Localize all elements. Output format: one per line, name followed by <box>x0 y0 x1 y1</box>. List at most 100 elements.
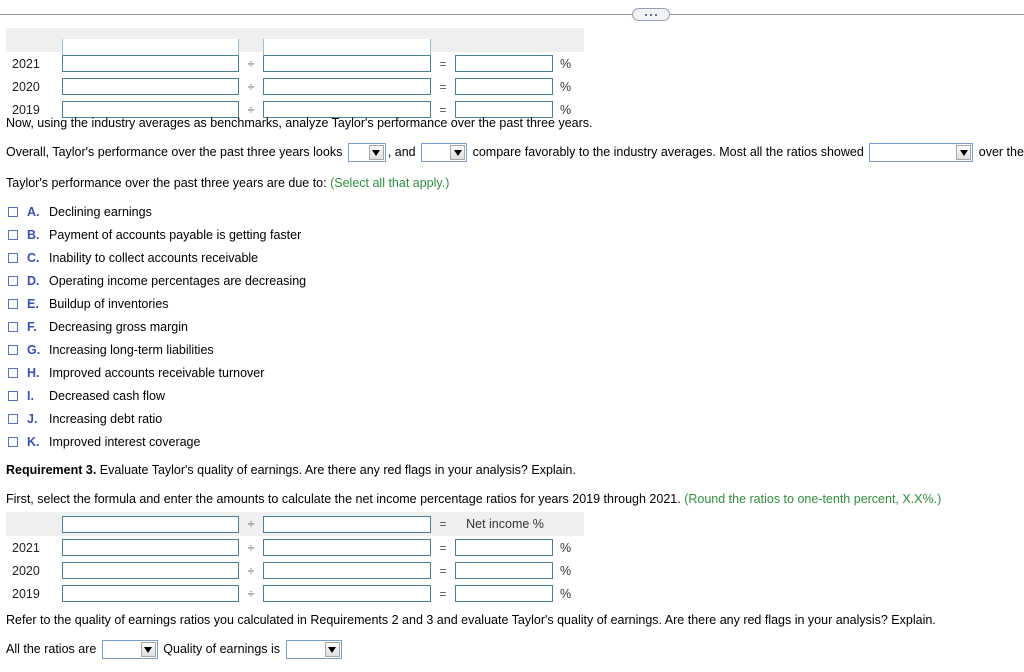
checkbox-option-b[interactable]: B. Payment of accounts payable is gettin… <box>8 226 301 243</box>
percent-sign: % <box>560 563 572 578</box>
equals-operator: = <box>439 563 447 578</box>
header-cell-blank <box>6 512 62 536</box>
equals-operator: = <box>439 56 447 71</box>
result-input[interactable] <box>455 539 553 556</box>
checkbox-option-c[interactable]: C. Inability to collect accounts receiva… <box>8 249 258 266</box>
checkbox-icon[interactable] <box>8 321 18 332</box>
checkbox-option-f[interactable]: F. Decreasing gross margin <box>8 318 188 335</box>
denominator-header-input-top[interactable] <box>263 38 431 56</box>
overall-text-2: , and <box>387 144 416 159</box>
checkbox-option-h[interactable]: H. Improved accounts receivable turnover <box>8 364 264 381</box>
overall-text-4: over the three years. <box>978 144 1024 159</box>
checkbox-icon[interactable] <box>8 229 18 240</box>
result-input[interactable] <box>455 78 553 95</box>
denominator-input[interactable] <box>263 585 431 602</box>
option-letter: A. <box>27 204 40 219</box>
cell-denominator <box>263 536 431 559</box>
header-cell-pct <box>555 512 584 536</box>
equals-operator: = <box>439 79 447 94</box>
checkbox-option-i[interactable]: I. Decreased cash flow <box>8 387 165 404</box>
checkbox-icon[interactable] <box>8 275 18 286</box>
divide-operator: ÷ <box>247 563 255 578</box>
chevron-down-icon <box>956 145 972 160</box>
numerator-header-input-top[interactable] <box>62 38 239 56</box>
percent-sign: % <box>560 56 572 71</box>
header-cell-op <box>239 28 263 52</box>
result-input[interactable] <box>455 562 553 579</box>
cell-result <box>455 536 555 559</box>
chevron-down-icon <box>368 145 384 160</box>
cell-denominator <box>263 582 431 605</box>
dot-icon <box>655 13 657 16</box>
denominator-input[interactable] <box>263 562 431 579</box>
numerator-input[interactable] <box>62 78 239 95</box>
header-cell-equals <box>431 28 455 52</box>
denominator-input[interactable] <box>263 539 431 556</box>
overall-dropdown-1[interactable] <box>347 143 386 162</box>
numerator-input[interactable] <box>62 562 239 579</box>
option-letter: K. <box>27 434 40 449</box>
cell-result <box>455 52 555 75</box>
checkbox-icon[interactable] <box>8 413 18 424</box>
checkbox-icon[interactable] <box>8 344 18 355</box>
checkbox-icon[interactable] <box>8 436 18 447</box>
table-row: 2021 ÷ = % <box>6 536 584 559</box>
numerator-formula-select[interactable] <box>62 515 239 533</box>
result-input[interactable] <box>455 585 553 602</box>
table-header-row: ÷ = Net income % <box>6 512 584 536</box>
equals-operator: = <box>431 512 455 536</box>
due-to-text: Taylor's performance over the past three… <box>6 176 327 190</box>
checkbox-icon[interactable] <box>8 206 18 217</box>
result-input[interactable] <box>455 55 553 72</box>
cell-numerator <box>62 75 239 98</box>
checkbox-icon[interactable] <box>8 367 18 378</box>
formula-intro-paragraph: First, select the formula and enter the … <box>6 491 941 507</box>
checkbox-option-k[interactable]: K. Improved interest coverage <box>8 433 200 450</box>
numerator-input[interactable] <box>62 55 239 72</box>
overall-text-1: Overall, Taylor's performance over the p… <box>6 144 343 159</box>
cell-denominator <box>263 559 431 582</box>
equals-operator: = <box>439 586 447 601</box>
header-cell-denominator <box>263 28 431 56</box>
option-label: Operating income percentages are decreas… <box>49 273 307 288</box>
final-text-2: Quality of earnings is <box>163 641 281 656</box>
checkbox-option-a[interactable]: A. Declining earnings <box>8 203 152 220</box>
all-ratios-dropdown[interactable] <box>101 640 158 659</box>
quality-of-earnings-dropdown[interactable] <box>285 640 342 659</box>
numerator-input[interactable] <box>62 539 239 556</box>
denominator-input[interactable] <box>263 55 431 72</box>
checkbox-option-j[interactable]: J. Increasing debt ratio <box>8 410 162 427</box>
checkbox-option-g[interactable]: G. Increasing long-term liabilities <box>8 341 214 358</box>
chevron-down-icon <box>450 145 466 160</box>
chevron-down-icon <box>140 642 156 657</box>
cell-numerator <box>62 582 239 605</box>
overall-statement-row: Overall, Taylor's performance over the p… <box>6 143 1024 162</box>
requirement-text: Evaluate Taylor's quality of earnings. A… <box>99 463 576 477</box>
checkbox-icon[interactable] <box>8 390 18 401</box>
checkbox-icon[interactable] <box>8 252 18 263</box>
option-letter: E. <box>27 296 39 311</box>
denominator-input[interactable] <box>263 78 431 95</box>
option-letter: F. <box>27 319 37 334</box>
option-letter: C. <box>27 250 40 265</box>
checkbox-icon[interactable] <box>8 298 18 309</box>
table-row: 2020 ÷ = % <box>6 559 584 582</box>
checkbox-option-e[interactable]: E. Buildup of inventories <box>8 295 169 312</box>
overall-dropdown-2[interactable] <box>421 143 468 162</box>
final-statement-row: All the ratios are Quality of earnings i… <box>6 640 344 659</box>
percent-sign: % <box>560 540 572 555</box>
option-letter: J. <box>27 411 38 426</box>
option-letter: B. <box>27 227 40 242</box>
denominator-formula-select[interactable] <box>263 515 431 533</box>
requirement-3-heading: Requirement 3. Evaluate Taylor's quality… <box>6 462 576 478</box>
checkbox-option-d[interactable]: D. Operating income percentages are decr… <box>8 272 306 289</box>
collapse-handle-button[interactable] <box>632 8 670 21</box>
header-cell-denominator <box>263 512 431 536</box>
option-label: Declining earnings <box>49 204 152 219</box>
percent-sign: % <box>560 79 572 94</box>
overall-dropdown-3[interactable] <box>869 143 974 162</box>
option-label: Decreased cash flow <box>49 388 166 403</box>
cell-result <box>455 559 555 582</box>
numerator-input[interactable] <box>62 585 239 602</box>
row-year-label: 2020 <box>12 563 40 578</box>
